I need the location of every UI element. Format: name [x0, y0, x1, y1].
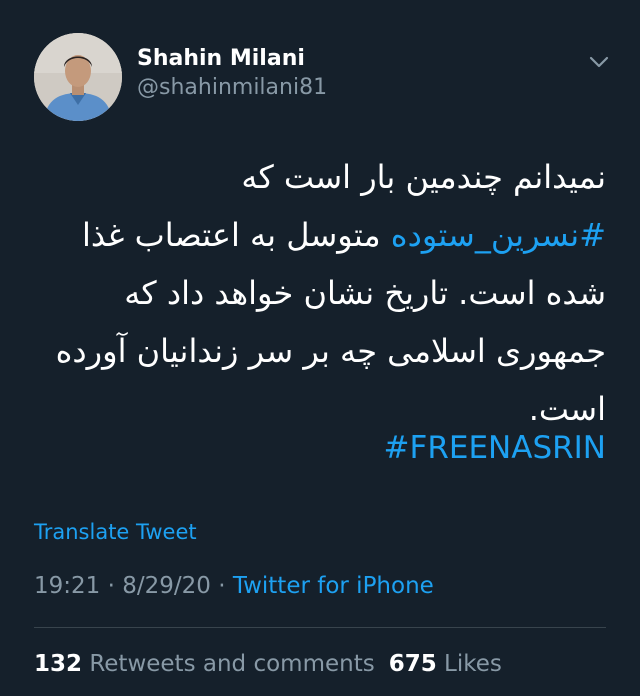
avatar-image [34, 33, 122, 121]
retweets-label: Retweets and comments [89, 651, 375, 677]
author-display-name[interactable]: Shahin Milani [137, 45, 327, 73]
tweet-text-line: شده است. تاریخ نشان خواهد داد که [124, 274, 606, 312]
tweet-stats: 132 Retweets and comments 675 Likes [34, 648, 516, 680]
retweets-count: 132 [34, 651, 83, 677]
likes-count: 675 [388, 651, 437, 677]
tweet-date[interactable]: 8/29/20 [122, 573, 211, 599]
author-names: Shahin Milani @shahinmilani81 [137, 45, 327, 103]
meta-separator: · [210, 573, 233, 599]
author-handle[interactable]: @shahinmilani81 [137, 73, 327, 103]
tweet-text-line: نمیدانم چندمین بار است که [241, 158, 606, 196]
tweet-metadata: 19:21 · 8/29/20 · Twitter for iPhone [34, 570, 434, 602]
meta-separator: · [100, 573, 123, 599]
retweets-stat[interactable]: 132 Retweets and comments [34, 651, 375, 677]
tweet-text-line: جمهوری اسلامی چه بر سر زندانیان آورده [55, 332, 606, 370]
tweet-detail: Shahin Milani @shahinmilani81 نمیدانم چن… [0, 0, 640, 696]
likes-stat[interactable]: 675 Likes [389, 651, 502, 677]
likes-label: Likes [444, 651, 502, 677]
avatar[interactable] [34, 33, 122, 121]
hashtag-link[interactable]: #نسرین_ستوده [391, 216, 606, 254]
tweet-header: Shahin Milani @shahinmilani81 [34, 33, 614, 123]
tweet-text-line: #نسرین_ستوده متوسل به اعتصاب غذا [46, 206, 606, 264]
tweet-text-fragment: متوسل به اعتصاب غذا [81, 216, 391, 254]
hashtag-link-freenasrin[interactable]: #FREENASRIN [384, 422, 606, 474]
divider [34, 627, 606, 628]
chevron-down-icon[interactable] [584, 47, 614, 77]
tweet-text: نمیدانم چندمین بار است که #نسرین_ستوده م… [46, 148, 606, 438]
translate-tweet-link[interactable]: Translate Tweet [34, 520, 197, 544]
tweet-source-link[interactable]: Twitter for iPhone [233, 573, 434, 599]
tweet-time[interactable]: 19:21 [34, 573, 100, 599]
